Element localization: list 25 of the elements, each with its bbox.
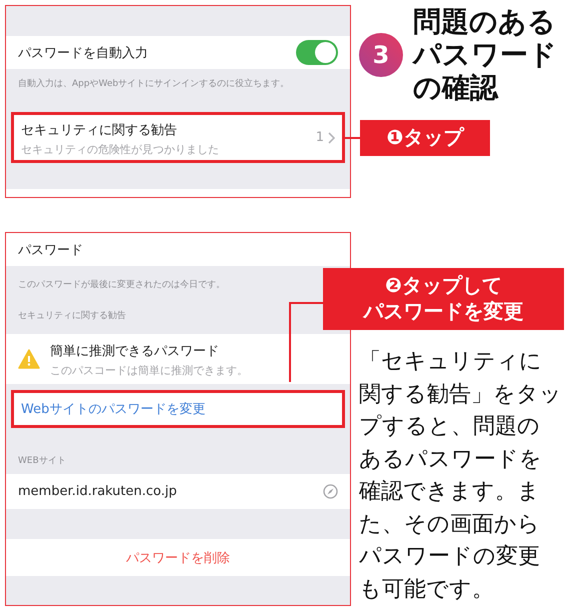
change-password-link[interactable]: Webサイトのパスワードを変更 — [11, 390, 345, 428]
row-title: セキュリティに関する勧告 — [21, 122, 177, 138]
compass-icon — [323, 484, 338, 499]
warning-subtitle: このパスコードは簡単に推測できます。 — [50, 363, 248, 378]
autofill-toggle[interactable] — [296, 40, 338, 65]
screen-title: パスワード — [18, 242, 84, 258]
chevron-icon — [328, 132, 335, 144]
warning-icon — [18, 349, 40, 369]
password-note: このパスワードが最後に変更されたのは今日です。 — [17, 278, 226, 291]
delete-password-button[interactable]: パスワードを削除 — [6, 539, 350, 576]
callout-label: ❶タップ — [360, 120, 490, 156]
description-text: 「セキュリティに 関する勧告」をタッ プすると、問題の あるパスワードを 確認できます。ま た、その画面から パスワードの変更 も可能です。 — [359, 348, 563, 604]
step-title: 問題のある パスワード の確認 — [413, 5, 557, 104]
setting-label: パスワードを自動入力 — [18, 44, 149, 62]
section-header: セキュリティに関する勧告 — [17, 310, 127, 322]
row-subtitle: セキュリティの危険性が見つかりました — [21, 142, 220, 156]
leader-line — [342, 137, 361, 139]
security-advisory-row[interactable]: セキュリティに関する勧告 セキュリティの危険性が見つかりました 1 — [11, 112, 345, 163]
callout-label: ❷タップして パスワードを変更 — [323, 268, 564, 330]
setting-note: 自動入力は、AppやWebサイトにサインインするのに役立ちます。 — [17, 78, 290, 90]
step-number: 3 — [359, 32, 403, 76]
advisory-count: 1 — [316, 130, 324, 145]
warning-title: 簡単に推測できるパスワード — [50, 344, 219, 359]
website-row[interactable]: member.id.rakuten.co.jp — [6, 474, 350, 509]
section-header: WEBサイト — [17, 455, 67, 467]
